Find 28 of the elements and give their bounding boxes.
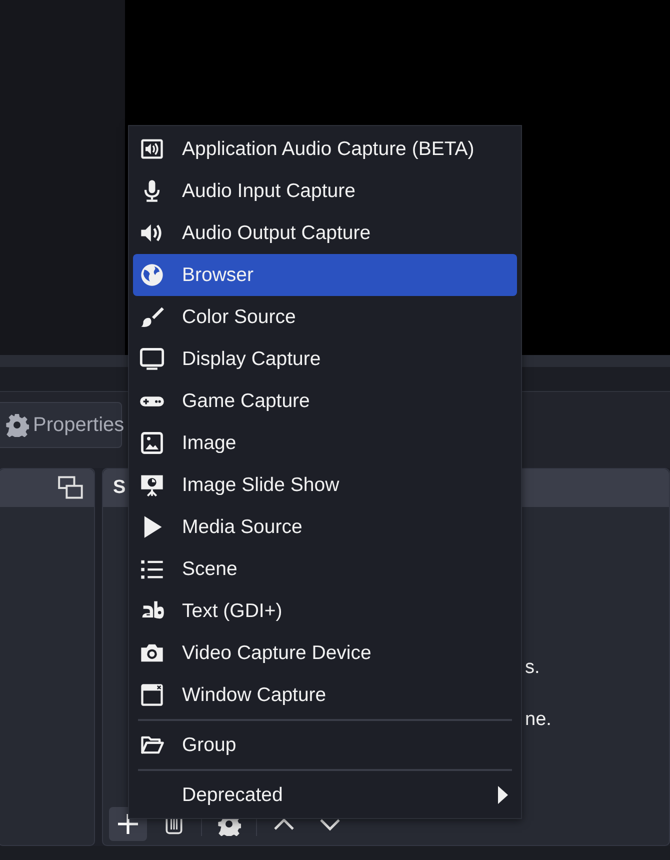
globe-icon [139,262,165,288]
menu-item[interactable]: Audio Input Capture [133,170,517,212]
menu-item[interactable]: Browser [133,254,517,296]
undock-icon[interactable] [58,475,84,501]
plus-icon [118,814,138,834]
menu-item[interactable]: Window Capture [133,674,517,716]
menu-item[interactable]: Text (GDI+) [133,590,517,632]
submenu-arrow-icon [497,786,509,804]
menu-item[interactable]: Group [133,724,517,766]
menu-item[interactable]: Color Source [133,296,517,338]
menu-item[interactable]: Video Capture Device [133,632,517,674]
menu-item[interactable]: Display Capture [133,338,517,380]
hint-text: ne. [525,709,552,731]
menu-item[interactable]: Audio Output Capture [133,212,517,254]
menu-item[interactable]: Image Slide Show [133,464,517,506]
settings-icon [5,413,29,437]
monitor-icon [139,346,165,372]
menu-item[interactable]: Game Capture [133,380,517,422]
menu-item[interactable]: Scene [133,548,517,590]
image-icon [139,430,165,456]
hint-text: s. [525,657,540,679]
menu-item[interactable]: Media Source [133,506,517,548]
properties-button[interactable]: Properties [0,402,122,448]
dock-title: S [113,477,126,499]
menu-item[interactable]: Deprecated [133,774,517,816]
menu-item[interactable]: Application Audio Capture (BETA) [133,128,517,170]
window-icon [139,682,165,708]
menu-item[interactable]: Image [133,422,517,464]
